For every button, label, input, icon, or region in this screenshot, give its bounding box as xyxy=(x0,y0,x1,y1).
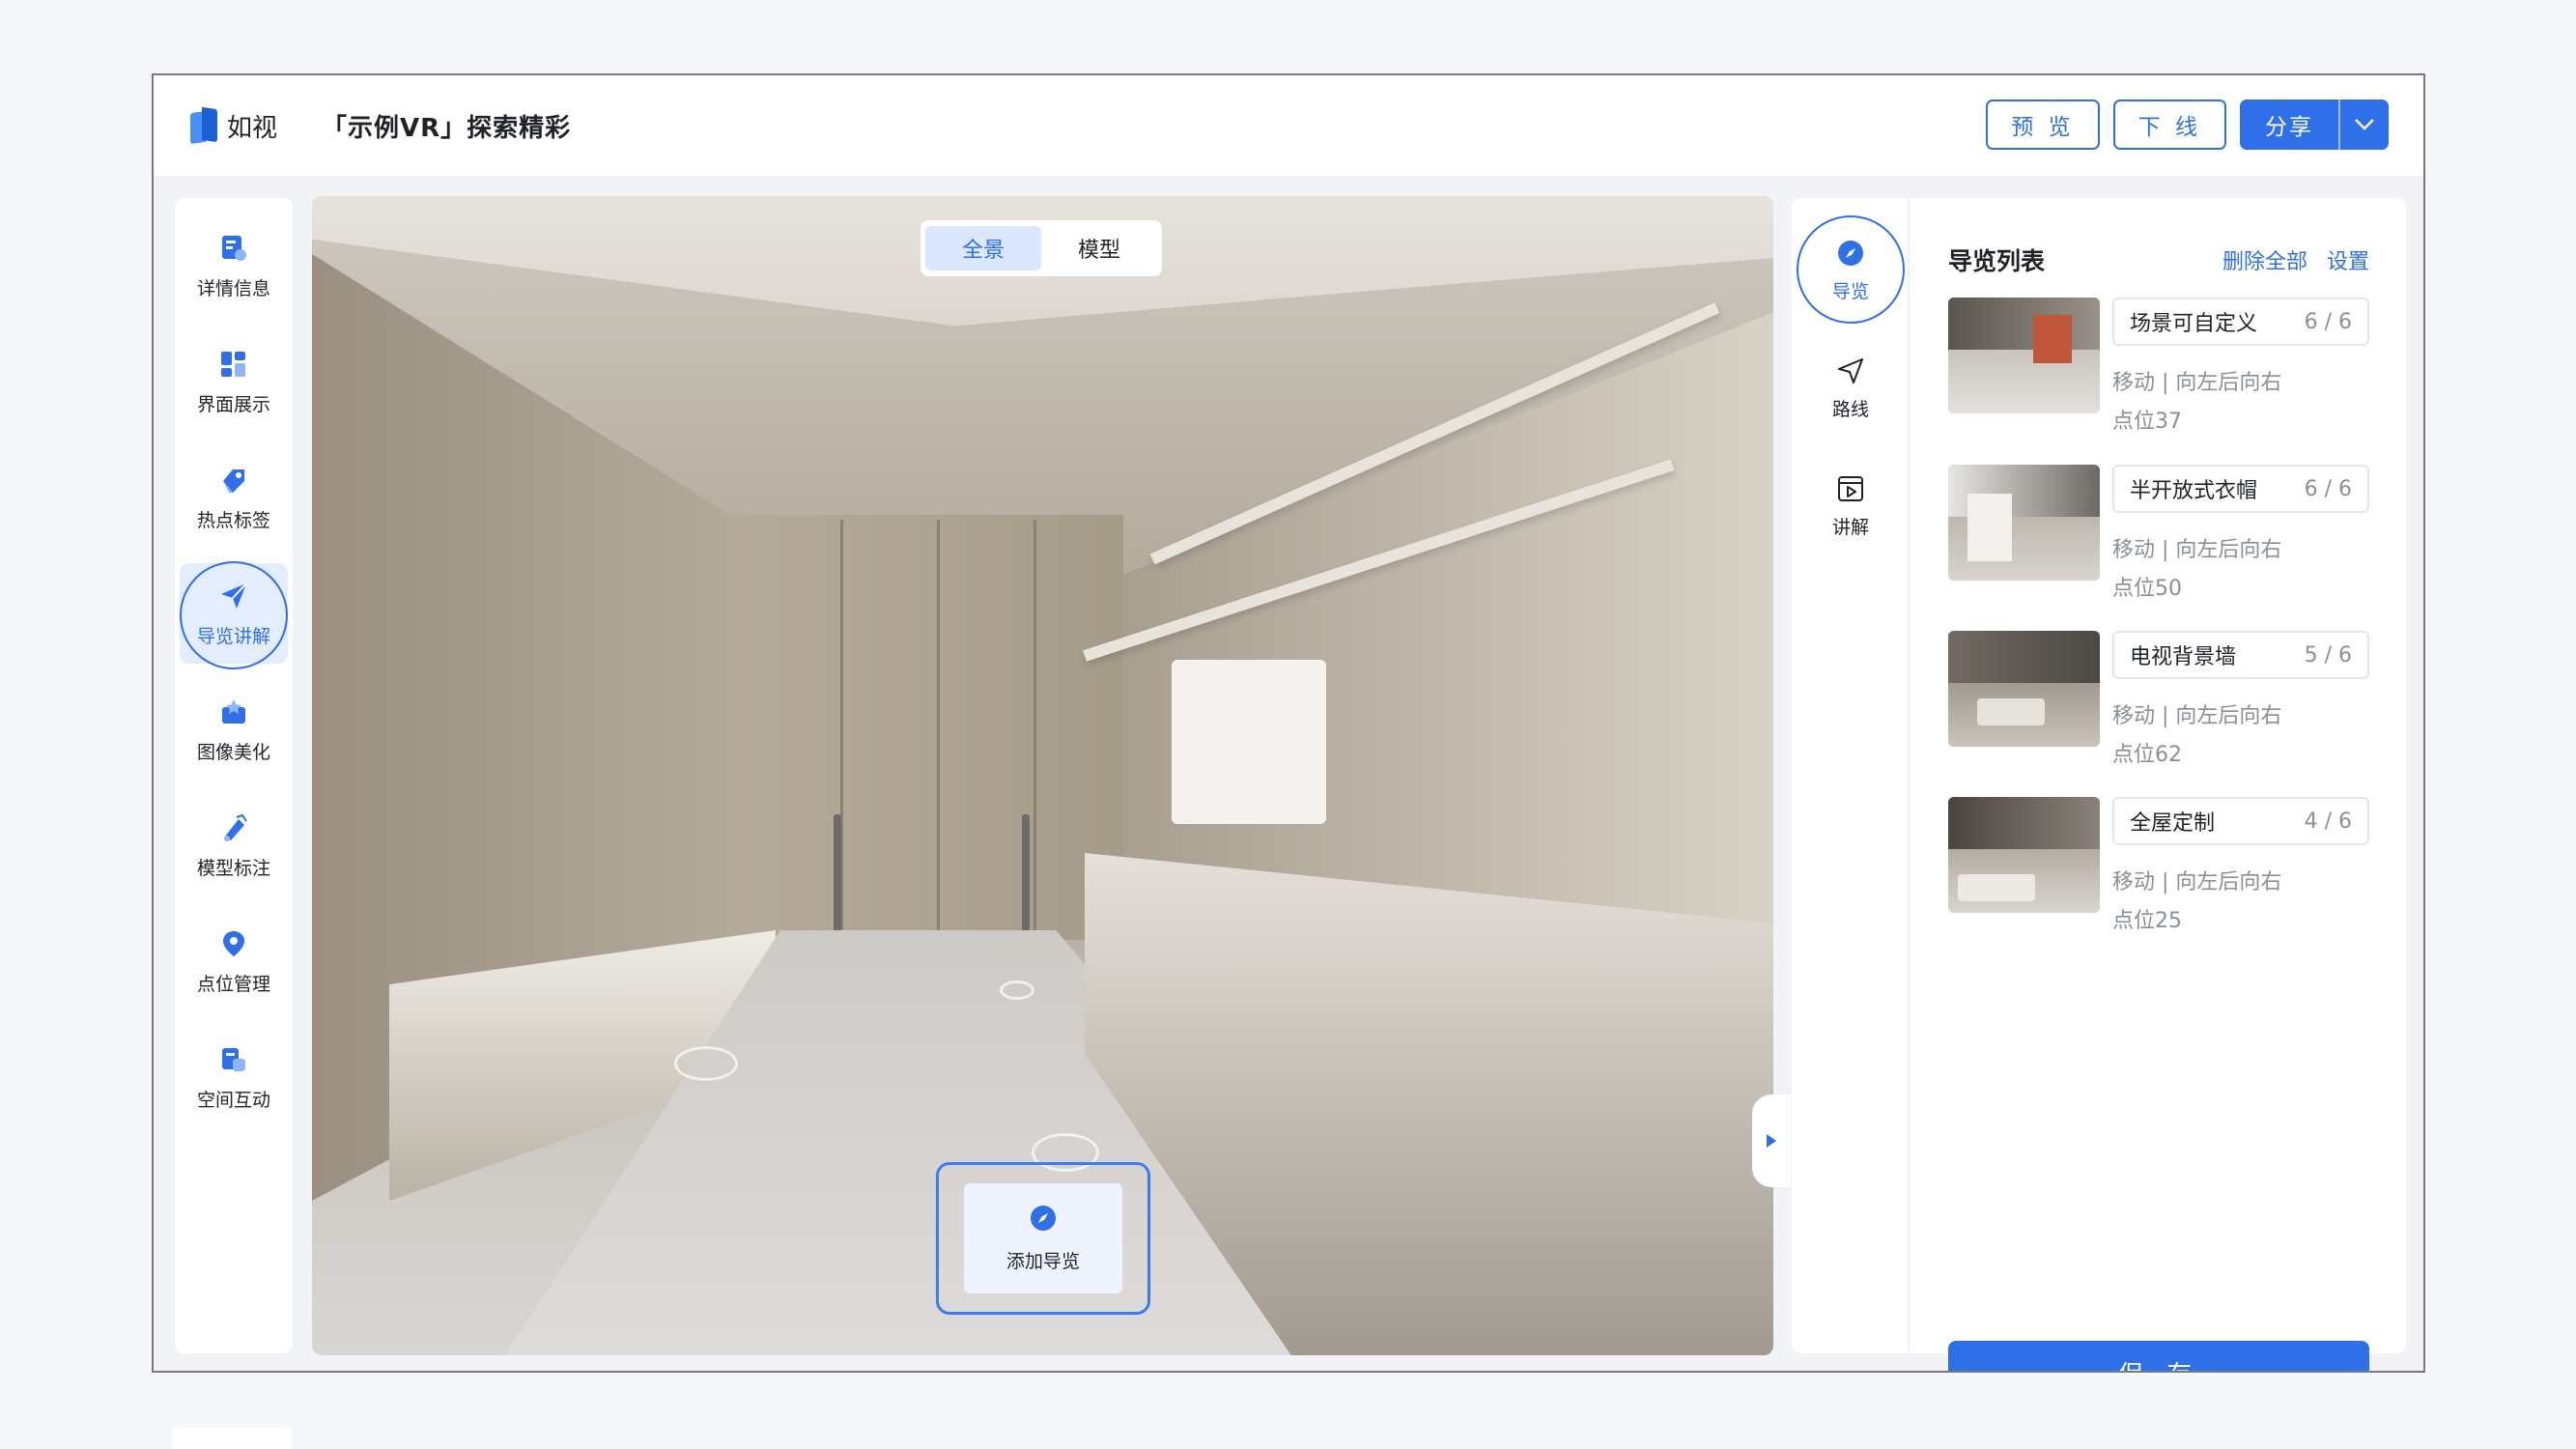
space-interaction-icon xyxy=(217,1043,250,1076)
tour-guide-icon xyxy=(217,580,250,612)
tour-move-info: 移动 | 向左后向右 xyxy=(2112,538,2282,562)
tour-point-info: 点位62 xyxy=(2112,743,2182,767)
list-item[interactable]: 场景可自定义 6 / 6 移动 | 向左后向右 点位37 xyxy=(1948,298,2369,442)
delete-all-link[interactable]: 删除全部 xyxy=(2222,244,2307,275)
sidebar-item-label: 模型标注 xyxy=(196,857,270,879)
sidebar-item-model-annotation[interactable]: 模型标注 xyxy=(180,795,288,895)
floor-hotspot[interactable] xyxy=(1000,980,1034,1000)
sidebar-item-location-manage[interactable]: 点位管理 xyxy=(180,911,288,1011)
share-button[interactable]: 分享 xyxy=(2240,99,2389,150)
tour-point-info: 点位37 xyxy=(2112,410,2182,434)
tour-list-panel: 导览列表 删除全部 设置 场景可自定义 6 / 6 移动 | 向左后向右 点位3… xyxy=(1948,198,2369,1371)
sidebar-item-label: 详情信息 xyxy=(196,277,270,299)
tour-point-info: 点位25 xyxy=(2112,909,2182,933)
tab-panorama[interactable]: 全景 xyxy=(925,226,1041,270)
tour-count: 4 / 6 xyxy=(2304,809,2352,834)
add-tour-button[interactable]: 添加导览 xyxy=(936,1162,1150,1315)
sidebar-item-image-beautify[interactable]: 图像美化 xyxy=(180,679,288,780)
sidebar-item-layout-display[interactable]: 界面展示 xyxy=(180,331,288,432)
tour-point-info: 点位50 xyxy=(2112,577,2182,601)
view-mode-toggle: 全景 模型 xyxy=(920,220,1162,276)
panorama-viewport[interactable]: 全景 模型 添加导览 xyxy=(312,196,1773,1355)
tour-count: 6 / 6 xyxy=(2304,476,2352,501)
settings-link[interactable]: 设置 xyxy=(2327,244,2369,275)
tour-count: 6 / 6 xyxy=(2304,309,2352,334)
tour-name-field[interactable]: 电视背景墙 5 / 6 xyxy=(2112,631,2369,679)
sidebar-item-label: 导览讲解 xyxy=(196,625,270,647)
caret-right-icon xyxy=(1767,1134,1776,1148)
compass-icon xyxy=(1834,237,1867,270)
tour-thumbnail[interactable] xyxy=(1948,298,2100,413)
top-bar: 如视 「示例VR」探索精彩 预 览 下 线 分享 xyxy=(154,75,2423,176)
tour-move-info: 移动 | 向左后向右 xyxy=(2112,371,2282,395)
collapse-panel-toggle[interactable] xyxy=(1752,1094,1791,1187)
tour-count: 5 / 6 xyxy=(2304,642,2352,668)
tour-list-title: 导览列表 xyxy=(1948,247,2046,275)
location-pin-icon xyxy=(217,927,250,960)
layout-display-icon xyxy=(217,348,250,381)
tour-name-field[interactable]: 半开放式衣帽 6 / 6 xyxy=(2112,465,2369,513)
tour-thumbnail[interactable] xyxy=(1948,797,2100,913)
offline-button[interactable]: 下 线 xyxy=(2112,99,2226,150)
sidebar-item-label: 热点标签 xyxy=(196,509,270,531)
sidebar-item-label: 界面展示 xyxy=(196,393,270,415)
share-label[interactable]: 分享 xyxy=(2240,99,2338,150)
tour-thumbnail[interactable] xyxy=(1948,631,2100,747)
logo[interactable]: 如视 xyxy=(190,106,277,145)
sidebar-item-hotspot-tag[interactable]: 热点标签 xyxy=(180,447,288,548)
sidebar-item-tour-guide[interactable]: 导览讲解 xyxy=(180,561,288,669)
model-annotation-icon xyxy=(217,811,250,844)
right-panel: 导览 路线 讲解 导览列表 删除全部 设置 场景可自定义 6 / 6 移动 | … xyxy=(1792,198,2406,1371)
tour-name-field[interactable]: 全屋定制 4 / 6 xyxy=(2112,797,2369,845)
add-tour-card[interactable]: 添加导览 xyxy=(964,1183,1122,1293)
sidebar-item-label: 点位管理 xyxy=(196,973,270,995)
image-beautify-icon xyxy=(217,696,250,728)
tool-route[interactable]: 路线 xyxy=(1797,333,1905,441)
background-fragment xyxy=(172,1428,292,1449)
tool-label: 讲解 xyxy=(1831,516,1869,538)
sidebar-item-space-interaction[interactable]: 空间互动 xyxy=(180,1027,288,1127)
preview-button[interactable]: 预 览 xyxy=(1986,99,2100,150)
logo-text: 如视 xyxy=(227,113,278,143)
tool-tour[interactable]: 导览 xyxy=(1797,215,1905,324)
list-item[interactable]: 全屋定制 4 / 6 移动 | 向左后向右 点位25 xyxy=(1948,797,2369,942)
tool-rail: 导览 路线 讲解 xyxy=(1792,198,1910,1353)
compass-icon xyxy=(1029,1204,1058,1237)
list-item[interactable]: 半开放式衣帽 6 / 6 移动 | 向左后向右 点位50 xyxy=(1948,465,2369,610)
tour-name-field[interactable]: 场景可自定义 6 / 6 xyxy=(2112,298,2369,346)
tour-move-info: 移动 | 向左后向右 xyxy=(2112,870,2282,895)
chevron-down-icon[interactable] xyxy=(2338,99,2389,150)
logo-mark-icon xyxy=(190,106,219,145)
add-tour-label: 添加导览 xyxy=(1005,1251,1080,1272)
tour-thumbnail[interactable] xyxy=(1948,465,2100,581)
sidebar-item-label: 图像美化 xyxy=(196,741,270,763)
left-sidebar: 详情信息 界面展示 热点标签 导览讲解 图像美化 模型标注 点位管理 空间互动 xyxy=(175,198,293,1353)
header-actions: 预 览 下 线 分享 xyxy=(1972,99,2389,150)
tab-model[interactable]: 模型 xyxy=(1041,226,1157,270)
sidebar-item-label: 空间互动 xyxy=(196,1089,270,1111)
hotspot-tag-icon xyxy=(217,464,250,497)
list-item[interactable]: 电视背景墙 5 / 6 移动 | 向左后向右 点位62 xyxy=(1948,631,2369,776)
app-window: 如视 「示例VR」探索精彩 预 览 下 线 分享 详情信息 界面展示 热点标签 … xyxy=(152,73,2425,1373)
play-explain-icon xyxy=(1834,472,1867,505)
tool-explain[interactable]: 讲解 xyxy=(1797,451,1905,559)
tour-list-header: 导览列表 删除全部 设置 xyxy=(1948,241,2369,279)
sidebar-item-detail-info[interactable]: 详情信息 xyxy=(180,215,288,316)
tool-label: 路线 xyxy=(1831,398,1869,420)
floor-hotspot[interactable] xyxy=(674,1046,738,1081)
send-route-icon xyxy=(1834,355,1867,387)
tour-move-info: 移动 | 向左后向右 xyxy=(2112,704,2282,728)
tool-label: 导览 xyxy=(1831,280,1869,302)
save-button[interactable]: 保 存 xyxy=(1948,1341,2369,1371)
detail-info-icon xyxy=(217,232,250,265)
project-title: 「示例VR」探索精彩 xyxy=(322,113,572,143)
